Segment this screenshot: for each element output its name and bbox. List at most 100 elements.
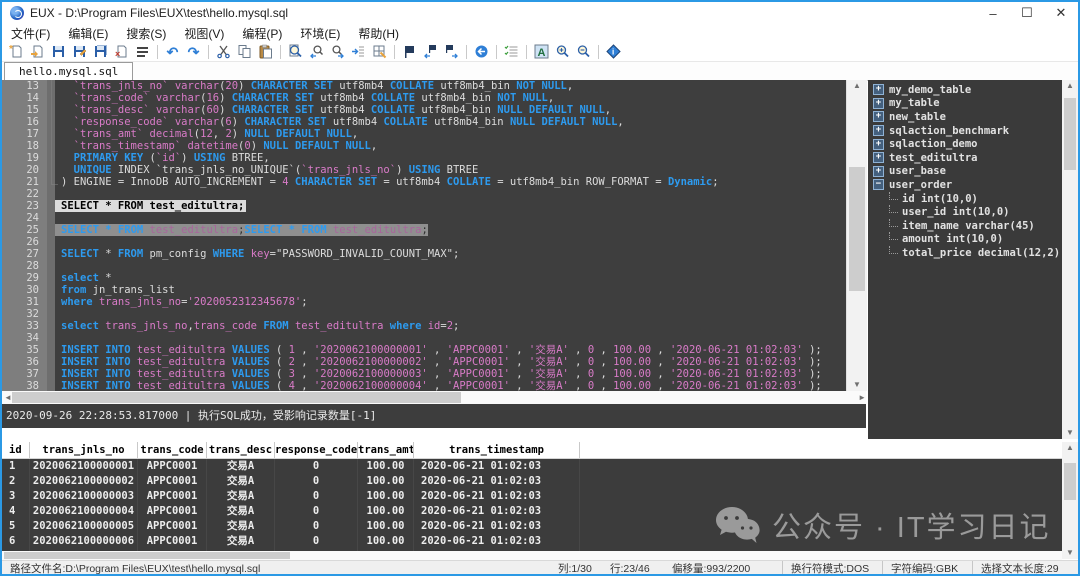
grid-header-trans_timestamp[interactable]: trans_timestamp — [414, 442, 580, 458]
editor-line-29[interactable]: 29select * — [2, 272, 846, 284]
tree-node-user_order[interactable]: −user_order — [868, 178, 1062, 192]
expand-icon[interactable]: + — [873, 152, 884, 163]
editor-line-35[interactable]: 35INSERT INTO test_editultra VALUES ( 1 … — [2, 344, 846, 356]
goto-line-button[interactable] — [348, 43, 369, 61]
tree-node-test_editultra[interactable]: +test_editultra — [868, 151, 1062, 165]
maximize-button[interactable]: ☐ — [1010, 2, 1044, 24]
tab-active-file[interactable]: hello.mysql.sql — [4, 62, 133, 80]
tree-field-id[interactable]: id int(10,0) — [868, 192, 1062, 206]
about-button[interactable]: i — [603, 43, 624, 61]
open-file-button[interactable] — [27, 43, 48, 61]
grid-hscrollbar[interactable] — [2, 551, 1062, 560]
grid-row-5[interactable]: 52020062100000005APPC0001交易A0100.002020-… — [2, 519, 1062, 534]
scroll-up-icon[interactable]: ▲ — [847, 81, 867, 91]
replace-button[interactable] — [369, 43, 390, 61]
editor-line-17[interactable]: 17 `trans_amt` decimal(12, 2) NULL DEFAU… — [2, 128, 846, 140]
grid-row-2[interactable]: 22020062100000002APPC0001交易A0100.002020-… — [2, 474, 1062, 489]
editor-line-37[interactable]: 37INSERT INTO test_editultra VALUES ( 3 … — [2, 368, 846, 380]
find-prev-button[interactable] — [306, 43, 327, 61]
tree-vscrollbar[interactable]: ▲ ▼ — [1062, 80, 1078, 439]
editor-line-36[interactable]: 36INSERT INTO test_editultra VALUES ( 2 … — [2, 356, 846, 368]
editor-line-16[interactable]: 16 `response_code` varchar(6) CHARACTER … — [2, 116, 846, 128]
editor-vscrollbar[interactable]: ▲ ▼ — [846, 80, 867, 391]
editor-line-13[interactable]: 13 `trans_jnls_no` varchar(20) CHARACTER… — [2, 80, 846, 92]
menu-item-view[interactable]: 视图(V) — [175, 25, 233, 42]
editor-vscroll-thumb[interactable] — [849, 167, 865, 291]
editor-line-19[interactable]: 19 PRIMARY KEY (`id`) USING BTREE, — [2, 152, 846, 164]
minimize-button[interactable]: – — [976, 2, 1010, 24]
tree-node-new_table[interactable]: +new_table — [868, 110, 1062, 124]
undo-button[interactable]: ↶ — [162, 43, 183, 61]
editor-line-25[interactable]: 25SELECT * FROM test_editultra;SELECT * … — [2, 224, 846, 236]
grid-header-id[interactable]: id — [2, 442, 30, 458]
grid-vscrollbar[interactable]: ▲ ▼ — [1062, 442, 1078, 559]
scroll-down-icon[interactable]: ▼ — [1062, 548, 1078, 558]
copy-button[interactable] — [234, 43, 255, 61]
code-editor[interactable]: 13 `trans_jnls_no` varchar(20) CHARACTER… — [2, 80, 846, 391]
tree-node-my_demo_table[interactable]: +my_demo_table — [868, 83, 1062, 97]
editor-line-15[interactable]: 15 `trans_desc` varchar(60) CHARACTER SE… — [2, 104, 846, 116]
editor-line-26[interactable]: 26 — [2, 236, 846, 248]
expand-icon[interactable]: + — [873, 139, 884, 150]
editor-hscroll-thumb[interactable] — [12, 392, 461, 403]
collapse-icon[interactable]: − — [873, 179, 884, 190]
bookmark-prev-button[interactable] — [420, 43, 441, 61]
close-file-button[interactable]: × — [111, 43, 132, 61]
tree-vscroll-thumb[interactable] — [1064, 98, 1076, 170]
grid-row-1[interactable]: 12020062100000001APPC0001交易A0100.002020-… — [2, 459, 1062, 474]
new-file-button[interactable]: * — [6, 43, 27, 61]
scroll-down-icon[interactable]: ▼ — [847, 380, 867, 390]
tree-node-my_table[interactable]: +my_table — [868, 97, 1062, 111]
editor-line-30[interactable]: 30from jn_trans_list — [2, 284, 846, 296]
grid-header-trans_amt[interactable]: trans_amt — [358, 442, 414, 458]
grid-hscroll-thumb[interactable] — [4, 552, 290, 559]
scroll-up-icon[interactable]: ▲ — [1062, 443, 1078, 453]
editor-line-20[interactable]: 20 UNIQUE INDEX `trans_jnls_no_UNIQUE`(`… — [2, 164, 846, 176]
grid-row-6[interactable]: 62020062100000006APPC0001交易A0100.002020-… — [2, 534, 1062, 549]
find-next-button[interactable] — [327, 43, 348, 61]
editor-line-34[interactable]: 34 — [2, 332, 846, 344]
grid-row-4[interactable]: 42020062100000004APPC0001交易A0100.002020-… — [2, 504, 1062, 519]
editor-line-32[interactable]: 32 — [2, 308, 846, 320]
editor-line-38[interactable]: 38INSERT INTO test_editultra VALUES ( 4 … — [2, 380, 846, 391]
view-lines-button[interactable] — [132, 43, 153, 61]
editor-line-21[interactable]: 21) ENGINE = InnoDB AUTO_INCREMENT = 4 C… — [2, 176, 846, 188]
zoom-out-button[interactable] — [573, 43, 594, 61]
expand-icon[interactable]: + — [873, 98, 884, 109]
bookmark-next-button[interactable] — [441, 43, 462, 61]
redo-button[interactable]: ↷ — [183, 43, 204, 61]
expand-icon[interactable]: + — [873, 166, 884, 177]
editor-line-23[interactable]: 23SELECT * FROM test_editultra; — [2, 200, 846, 212]
tree-field-user_id[interactable]: user_id int(10,0) — [868, 205, 1062, 219]
grid-vscroll-thumb[interactable] — [1064, 463, 1076, 500]
menu-item-edit[interactable]: 编辑(E) — [59, 25, 117, 42]
paste-button[interactable] — [255, 43, 276, 61]
menu-item-file[interactable]: 文件(F) — [2, 25, 59, 42]
editor-line-27[interactable]: 27SELECT * FROM pm_config WHERE key="PAS… — [2, 248, 846, 260]
zoom-in-button[interactable] — [552, 43, 573, 61]
line-endings-button[interactable] — [501, 43, 522, 61]
cut-button[interactable] — [213, 43, 234, 61]
save-all-button[interactable] — [90, 43, 111, 61]
syntax-highlight-button[interactable]: A — [531, 43, 552, 61]
menu-item-program[interactable]: 编程(P) — [233, 25, 291, 42]
grid-header-trans_jnls_no[interactable]: trans_jnls_no — [30, 442, 138, 458]
grid-row-3[interactable]: 32020062100000003APPC0001交易A0100.002020-… — [2, 489, 1062, 504]
tree-node-sqlaction_benchmark[interactable]: +sqlaction_benchmark — [868, 124, 1062, 138]
tree-field-total_price[interactable]: total_price decimal(12,2) — [868, 246, 1062, 260]
close-button[interactable]: ✕ — [1044, 2, 1078, 24]
bookmark-button[interactable] — [399, 43, 420, 61]
find-button[interactable] — [285, 43, 306, 61]
editor-line-28[interactable]: 28 — [2, 260, 846, 272]
editor-hscrollbar[interactable]: ◄ ► — [2, 391, 866, 404]
editor-line-18[interactable]: 18 `trans_timestamp` datetime(0) NULL DE… — [2, 140, 846, 152]
tree-field-amount[interactable]: amount int(10,0) — [868, 233, 1062, 247]
expand-icon[interactable]: + — [873, 125, 884, 136]
tree-node-sqlaction_demo[interactable]: +sqlaction_demo — [868, 137, 1062, 151]
editor-line-33[interactable]: 33select trans_jnls_no,trans_code FROM t… — [2, 320, 846, 332]
editor-line-31[interactable]: 31where trans_jnls_no='2020052312345678'… — [2, 296, 846, 308]
scroll-right-icon[interactable]: ► — [854, 393, 866, 403]
grid-header-response_code[interactable]: response_code — [275, 442, 358, 458]
go-back-button[interactable] — [471, 43, 492, 61]
expand-icon[interactable]: + — [873, 111, 884, 122]
